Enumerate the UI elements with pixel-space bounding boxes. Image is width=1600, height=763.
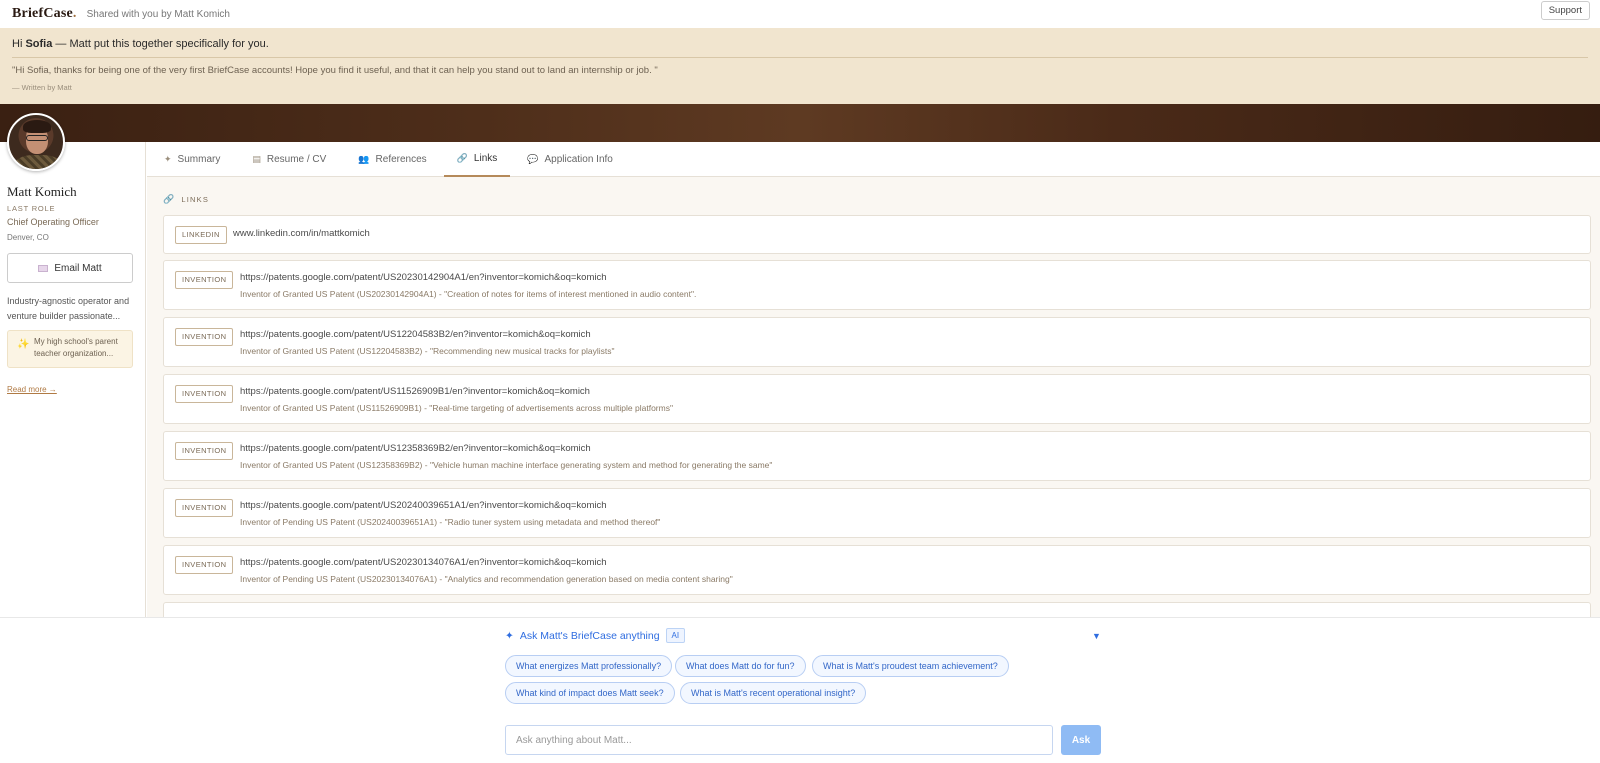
profile-cover-band	[0, 104, 1600, 142]
link-type-tag: INVENTION	[175, 499, 234, 517]
sparkle-icon: ✦	[164, 154, 172, 164]
profile-name: Matt Komich	[7, 184, 77, 199]
sparkle-icon: ✦	[505, 629, 514, 642]
link-description: Inventor of Granted US Patent (US1220458…	[240, 346, 615, 356]
top-bar: BriefCase. Shared with you by Matt Komic…	[0, 0, 1600, 28]
link-url[interactable]: https://patents.google.com/patent/US2024…	[240, 500, 607, 511]
ai-badge: AI	[665, 628, 686, 643]
note-author: — Written by Matt	[12, 83, 72, 92]
greeting-banner: Hi Sofia — Matt put this together specif…	[0, 28, 1600, 104]
list-item[interactable]: INVENTION https://patents.google.com/pat…	[163, 545, 1591, 595]
briefcase-logo[interactable]: BriefCase.	[12, 6, 77, 22]
list-item[interactable]: INVENTION https://patents.google.com/pat…	[163, 317, 1591, 367]
suggestion-chip[interactable]: What is Matt's recent operational insigh…	[680, 682, 867, 704]
chat-icon: 💬	[527, 154, 539, 164]
link-description: Inventor of Pending US Patent (US2023013…	[240, 574, 733, 584]
list-item[interactable]: INVENTION https://patents.google.com/pat…	[163, 260, 1591, 310]
greeting-line: Hi Sofia — Matt put this together specif…	[12, 38, 269, 50]
shared-by-text: Shared with you by Matt Komich	[86, 8, 230, 20]
last-role-label: LAST ROLE	[7, 204, 56, 213]
recipient-name: Sofia	[25, 38, 53, 50]
tab-summary[interactable]: ✦ Summary	[151, 142, 233, 177]
tab-bar: ✦ Summary ▤ Resume / CV 👥 References 🔗 Links…	[147, 142, 1600, 177]
profile-bio: Industry-agnostic operator and venture b…	[7, 296, 130, 321]
ai-panel-title: ✦ Ask Matt's BriefCase anything AI	[505, 628, 686, 643]
link-type-tag: INVENTION	[175, 556, 234, 574]
document-icon: ▤	[252, 154, 261, 164]
links-list: LINKEDIN www.linkedin.com/in/mattkomich …	[163, 215, 1591, 622]
suggestion-chip[interactable]: What does Matt do for fun?	[675, 655, 806, 677]
main-content: ✦ Summary ▤ Resume / CV 👥 References 🔗 Links…	[147, 142, 1600, 622]
link-url[interactable]: https://patents.google.com/patent/US1152…	[240, 386, 590, 397]
list-item[interactable]: LINKEDIN www.linkedin.com/in/mattkomich	[163, 215, 1591, 254]
avatar	[7, 113, 65, 171]
tab-links[interactable]: 🔗 Links	[443, 142, 511, 177]
tab-resume[interactable]: ▤ Resume / CV	[239, 142, 339, 177]
profile-sidebar: Matt Komich LAST ROLE Chief Operating Of…	[0, 113, 146, 622]
mail-icon	[38, 264, 49, 272]
suggestion-chip[interactable]: What energizes Matt professionally?	[505, 655, 673, 677]
link-url[interactable]: https://patents.google.com/patent/US2023…	[240, 557, 607, 568]
support-button[interactable]: Support	[1540, 1, 1590, 20]
link-url[interactable]: https://patents.google.com/patent/US1235…	[240, 443, 591, 454]
link-type-tag: INVENTION	[175, 385, 234, 403]
list-item[interactable]: INVENTION https://patents.google.com/pat…	[163, 431, 1591, 481]
greeting-divider	[12, 57, 1588, 58]
suggestion-chip[interactable]: What kind of impact does Matt seek?	[505, 682, 675, 704]
profile-location: Denver, CO	[7, 233, 49, 242]
link-type-tag: INVENTION	[175, 442, 234, 460]
tab-application-info[interactable]: 💬 Application Info	[514, 142, 626, 177]
link-type-tag: INVENTION	[175, 271, 234, 289]
ask-input[interactable]	[505, 725, 1053, 755]
profile-role: Chief Operating Officer	[7, 217, 99, 227]
link-type-tag: LINKEDIN	[175, 226, 227, 244]
personal-note: "Hi Sofia, thanks for being one of the v…	[12, 65, 658, 76]
collapse-triangle-icon[interactable]: ▼	[1092, 631, 1101, 641]
list-item[interactable]: INVENTION https://patents.google.com/pat…	[163, 374, 1591, 424]
list-item[interactable]: INVENTION https://patents.google.com/pat…	[163, 488, 1591, 538]
links-section-label: 🔗 LINKS	[163, 194, 210, 204]
link-description: Inventor of Granted US Patent (US2023014…	[240, 289, 697, 299]
ai-ask-panel: ✦ Ask Matt's BriefCase anything AI ▼ Wha…	[0, 617, 1600, 763]
link-type-tag: INVENTION	[175, 328, 234, 346]
people-icon: 👥	[358, 154, 370, 164]
highlight-card: ✨ My high school's parent teacher organi…	[7, 330, 133, 368]
link-icon: 🔗	[163, 194, 176, 204]
link-description: Inventor of Granted US Patent (US1152690…	[240, 403, 673, 413]
link-description: Inventor of Pending US Patent (US2024003…	[240, 517, 661, 527]
sparkle-icon: ✨	[17, 339, 30, 350]
read-more-link[interactable]: Read more →	[7, 385, 57, 394]
suggestion-chip[interactable]: What is Matt's proudest team achievement…	[812, 655, 1009, 677]
ask-button[interactable]: Ask	[1061, 725, 1101, 755]
link-url[interactable]: https://patents.google.com/patent/US1220…	[240, 329, 591, 340]
link-description: Inventor of Granted US Patent (US1235836…	[240, 460, 773, 470]
link-url[interactable]: www.linkedin.com/in/mattkomich	[233, 228, 370, 239]
email-button[interactable]: Email Matt	[7, 253, 133, 283]
tab-references[interactable]: 👥 References	[345, 142, 439, 177]
link-icon: 🔗	[456, 153, 468, 163]
link-url[interactable]: https://patents.google.com/patent/US2023…	[240, 272, 607, 283]
